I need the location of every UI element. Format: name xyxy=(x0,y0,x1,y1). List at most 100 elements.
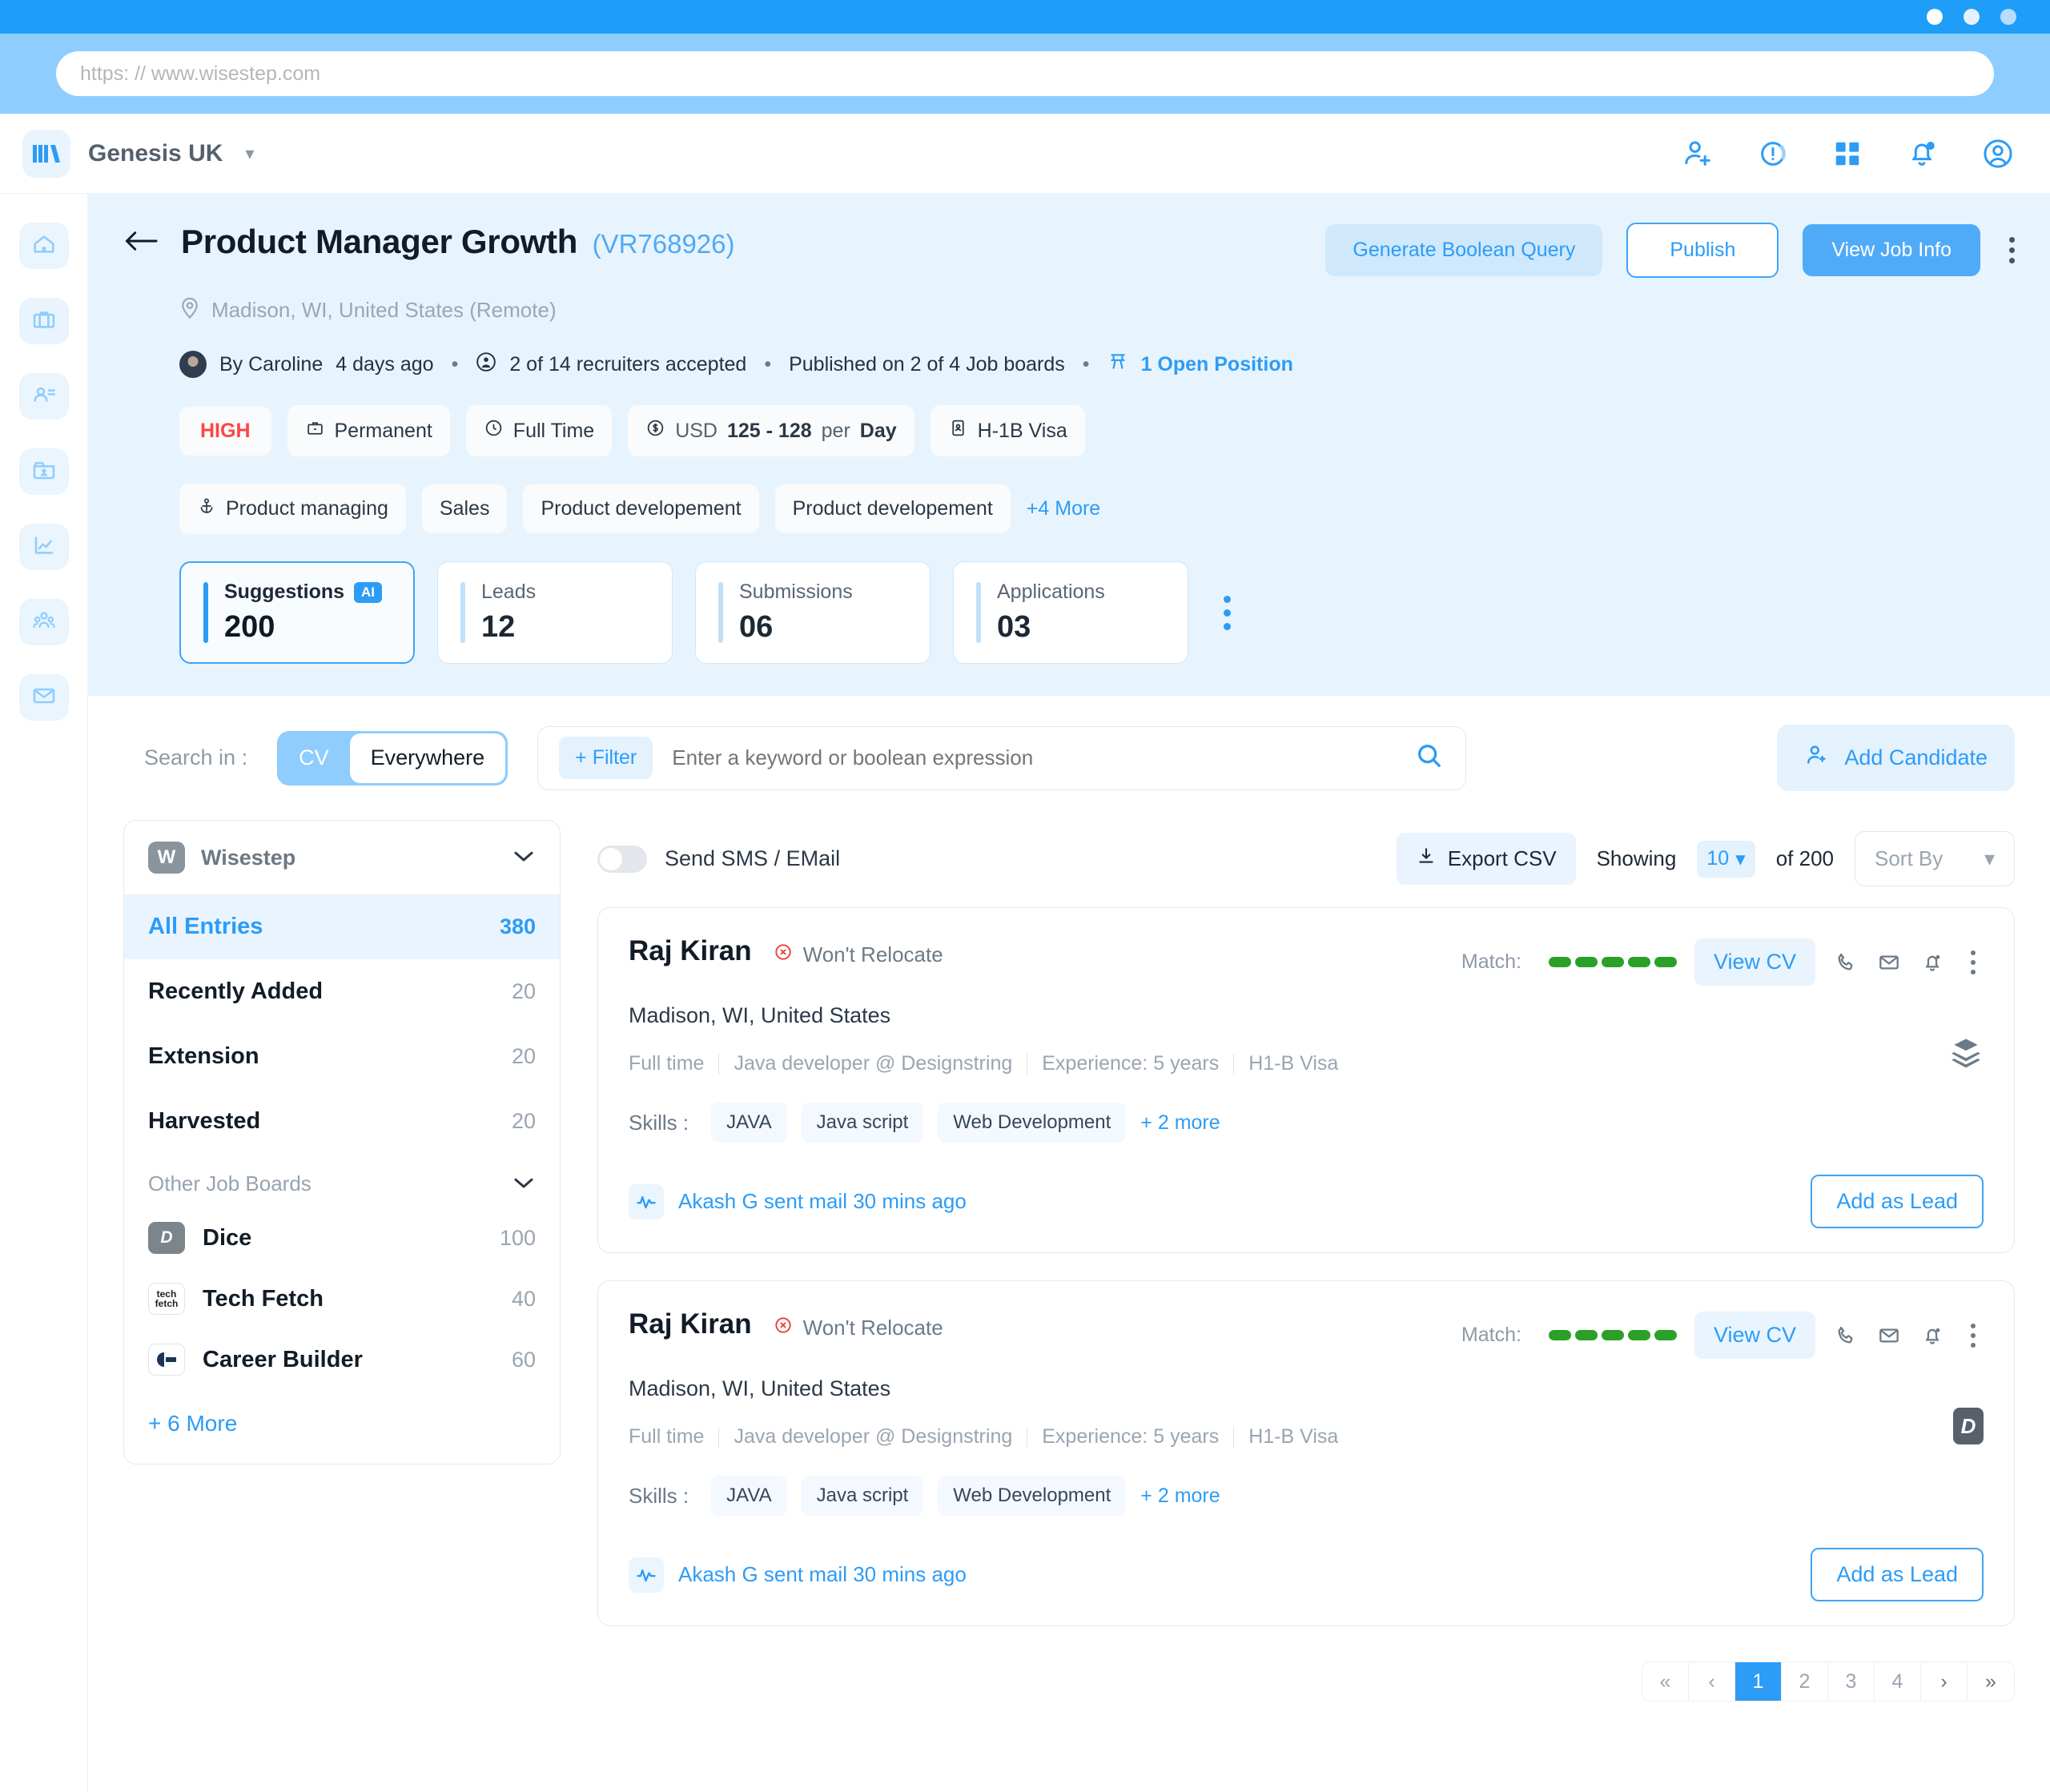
candidate-detail: H1-B Visa xyxy=(1248,1425,1339,1448)
avatar xyxy=(179,351,207,378)
export-csv-button[interactable]: Export CSV xyxy=(1396,833,1576,885)
activity-pulse-icon xyxy=(629,1183,664,1219)
chevron-down-icon[interactable] xyxy=(512,848,536,868)
skill-chip[interactable]: JAVA xyxy=(711,1476,787,1516)
facet-board-career-builder[interactable]: Career Builder 60 xyxy=(124,1329,560,1390)
candidate-activity[interactable]: Akash G sent mail 30 mins ago xyxy=(629,1183,967,1219)
search-scope-cv[interactable]: CV xyxy=(278,732,350,785)
facet-item-recently-added[interactable]: Recently Added 20 xyxy=(124,959,560,1024)
stat-card-applications[interactable]: Applications 03 xyxy=(953,561,1188,664)
facet-other-boards-header[interactable]: Other Job Boards xyxy=(124,1154,560,1207)
stat-card-suggestions[interactable]: Suggestions AI 200 xyxy=(179,561,415,664)
sort-by-placeholder: Sort By xyxy=(1875,846,1943,870)
sidebar-item-analytics[interactable] xyxy=(18,524,69,570)
sort-by-select[interactable]: Sort By ▾ xyxy=(1855,831,2015,886)
briefcase-icon xyxy=(305,418,325,444)
pagination-last[interactable]: » xyxy=(1968,1662,2014,1701)
address-bar[interactable]: https: // www.wisestep.com xyxy=(56,51,1994,96)
sidebar-item-mail[interactable] xyxy=(18,674,69,721)
phone-icon[interactable] xyxy=(1833,950,1859,975)
job-more-options-icon[interactable] xyxy=(2009,237,2015,263)
candidate-card[interactable]: Raj Kiran Won't Relocate Match: View CV xyxy=(597,1280,2015,1626)
window-dot-2[interactable] xyxy=(1964,9,1980,25)
search-scope-everywhere[interactable]: Everywhere xyxy=(349,733,506,783)
tag-chip[interactable]: Product developement xyxy=(774,484,1011,533)
pagination-page-4[interactable]: 4 xyxy=(1875,1662,1921,1701)
candidate-more-options-icon[interactable] xyxy=(1963,1323,1984,1348)
apps-grid-icon[interactable] xyxy=(1832,139,1863,169)
sidebar-item-home[interactable] xyxy=(18,223,69,269)
window-dot-3[interactable] xyxy=(2000,9,2016,25)
candidate-more-options-icon[interactable] xyxy=(1963,950,1984,974)
facet-item-all-entries[interactable]: All Entries 380 xyxy=(124,894,560,959)
reminder-bell-icon[interactable] xyxy=(1919,1323,1945,1348)
tags-more-link[interactable]: +4 More xyxy=(1027,497,1100,520)
skill-chip[interactable]: Java script xyxy=(801,1476,924,1516)
skills-more-link[interactable]: + 2 more xyxy=(1140,1111,1220,1135)
org-switcher[interactable]: Genesis UK ▾ xyxy=(22,129,254,178)
reminder-bell-icon[interactable] xyxy=(1919,950,1945,975)
facet-show-more-link[interactable]: + 6 More xyxy=(124,1390,560,1464)
add-candidate-button[interactable]: Add Candidate xyxy=(1777,725,2015,791)
skills-more-link[interactable]: + 2 more xyxy=(1140,1485,1220,1508)
sidebar-item-contacts[interactable] xyxy=(18,448,69,495)
pagination-prev[interactable]: ‹ xyxy=(1689,1662,1735,1701)
search-scope-toggle[interactable]: CV Everywhere xyxy=(278,731,508,785)
generate-boolean-query-button[interactable]: Generate Boolean Query xyxy=(1325,224,1603,276)
candidate-card[interactable]: Raj Kiran Won't Relocate Match: View CV xyxy=(597,907,2015,1253)
chevron-down-icon[interactable] xyxy=(512,1171,536,1196)
pagination-next[interactable]: › xyxy=(1921,1662,1968,1701)
skill-chip[interactable]: Web Development xyxy=(938,1103,1127,1143)
skill-chip[interactable]: Web Development xyxy=(938,1476,1127,1516)
facet-source-header[interactable]: W Wisestep xyxy=(124,821,560,894)
back-arrow-icon[interactable] xyxy=(123,229,159,257)
stat-value-leads: 12 xyxy=(481,610,516,644)
send-sms-email-toggle[interactable] xyxy=(597,845,647,873)
stat-card-leads[interactable]: Leads 12 xyxy=(437,561,673,664)
email-icon[interactable] xyxy=(1876,1323,1902,1348)
board-count: 100 xyxy=(499,1225,536,1250)
email-icon[interactable] xyxy=(1876,950,1902,975)
tag-chip[interactable]: Product managing xyxy=(179,484,406,534)
candidate-detail: Experience: 5 years xyxy=(1042,1425,1220,1448)
view-cv-button[interactable]: View CV xyxy=(1694,1312,1815,1359)
notification-bell-icon[interactable] xyxy=(1906,138,1938,170)
sidebar-item-candidates[interactable] xyxy=(18,373,69,420)
candidate-activity[interactable]: Akash G sent mail 30 mins ago xyxy=(629,1557,967,1593)
skill-chip[interactable]: Java script xyxy=(801,1103,924,1143)
facet-board-tech-fetch[interactable]: tech fetch Tech Fetch 40 xyxy=(124,1268,560,1329)
pagination-page-1[interactable]: 1 xyxy=(1735,1662,1782,1701)
search-icon[interactable] xyxy=(1414,741,1445,775)
add-as-lead-button[interactable]: Add as Lead xyxy=(1811,1548,1984,1601)
open-position-link[interactable]: 1 Open Position xyxy=(1141,353,1293,376)
account-avatar-icon[interactable] xyxy=(1981,137,2015,171)
add-as-lead-button[interactable]: Add as Lead xyxy=(1811,1175,1984,1228)
tag-chip[interactable]: Sales xyxy=(421,484,508,533)
facet-board-dice[interactable]: D Dice 100 xyxy=(124,1207,560,1268)
window-dot-1[interactable] xyxy=(1927,9,1943,25)
tag-chip[interactable]: Product developement xyxy=(523,484,759,533)
add-user-icon[interactable] xyxy=(1682,138,1714,170)
search-input[interactable] xyxy=(672,745,1396,770)
page-size-select[interactable]: 10 ▾ xyxy=(1697,840,1755,878)
sidebar-item-jobs[interactable] xyxy=(18,298,69,344)
stat-card-submissions[interactable]: Submissions 06 xyxy=(695,561,931,664)
pagination-first[interactable]: « xyxy=(1642,1662,1689,1701)
pagination-page-2[interactable]: 2 xyxy=(1782,1662,1828,1701)
keyword-search-box[interactable]: + Filter xyxy=(537,725,1467,790)
skill-chip[interactable]: JAVA xyxy=(711,1103,787,1143)
stats-more-options-icon[interactable] xyxy=(1224,595,1231,630)
chevron-down-icon: ▾ xyxy=(1735,847,1746,870)
sidebar-item-teams[interactable] xyxy=(18,599,69,645)
open-position-icon xyxy=(1107,352,1128,378)
pagination-page-3[interactable]: 3 xyxy=(1828,1662,1875,1701)
publish-button[interactable]: Publish xyxy=(1626,223,1779,278)
recruiters-accepted: 2 of 14 recruiters accepted xyxy=(509,352,747,376)
facet-item-extension[interactable]: Extension 20 xyxy=(124,1024,560,1089)
phone-icon[interactable] xyxy=(1833,1323,1859,1348)
alert-circle-icon[interactable] xyxy=(1757,138,1789,170)
add-filter-button[interactable]: + Filter xyxy=(559,737,653,779)
view-cv-button[interactable]: View CV xyxy=(1694,938,1815,986)
facet-item-harvested[interactable]: Harvested 20 xyxy=(124,1089,560,1154)
view-job-info-button[interactable]: View Job Info xyxy=(1803,224,1980,276)
